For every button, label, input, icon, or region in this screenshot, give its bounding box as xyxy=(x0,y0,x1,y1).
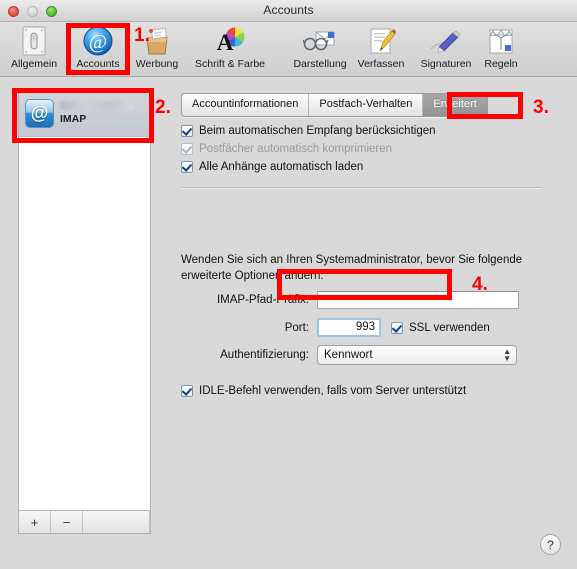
port-input[interactable]: 993 xyxy=(317,318,381,337)
window-titlebar: Accounts xyxy=(0,0,577,22)
remove-account-button[interactable]: − xyxy=(51,511,83,533)
auto-empfang-checkbox[interactable] xyxy=(181,125,193,137)
toolbar-label: Werbung xyxy=(135,58,179,70)
checkbox-row-auto-empfang[interactable]: Beim automatischen Empfang berücksichtig… xyxy=(181,125,577,137)
imap-path-prefix-input[interactable] xyxy=(317,291,519,309)
anhaenge-laden-label: Alle Anhänge automatisch laden xyxy=(199,161,364,173)
annotation-number-3: 3. xyxy=(533,97,549,118)
general-switch-icon xyxy=(2,25,66,57)
authentication-value: Kennwort xyxy=(324,349,373,361)
ssl-checkbox[interactable] xyxy=(391,321,403,334)
accounts-sidebar: @ IMAP + − xyxy=(18,89,151,534)
section-divider xyxy=(181,187,541,189)
account-type-label: IMAP xyxy=(60,112,87,125)
auto-empfang-label: Beim automatischen Empfang berücksichtig… xyxy=(199,125,436,137)
toolbar-label: Allgemein xyxy=(10,58,58,70)
chevron-updown-icon: ▲ ▼ xyxy=(503,347,511,363)
authentication-row: Authentifizierung: Kennwort ▲ ▼ xyxy=(151,345,547,365)
komprimieren-label: Postfächer automatisch komprimieren xyxy=(199,143,393,155)
toolbar-label: Regeln xyxy=(484,58,518,70)
window-title: Accounts xyxy=(263,3,314,17)
erweitert-panel: Beim automatischen Empfang berücksichtig… xyxy=(151,125,577,397)
tab-erweitert[interactable]: Erweitert xyxy=(423,94,487,116)
account-tabs: Accountinformationen Postfach-Verhalten … xyxy=(181,93,488,117)
sidebar-footer-spacer xyxy=(83,511,150,533)
toolbar-label: Accounts xyxy=(76,58,120,70)
checkbox-row-anhaenge-laden[interactable]: Alle Anhänge automatisch laden xyxy=(181,161,577,173)
add-account-button[interactable]: + xyxy=(19,511,51,533)
authentication-label: Authentifizierung: xyxy=(220,349,309,361)
toolbar-item-regeln[interactable]: Regeln xyxy=(470,24,532,75)
toolbar-item-allgemein[interactable]: Allgemein xyxy=(2,24,66,75)
annotation-number-2: 2. xyxy=(155,97,171,118)
account-text: IMAP xyxy=(60,100,134,125)
account-list[interactable]: @ IMAP xyxy=(19,90,150,510)
tab-accountinformationen[interactable]: Accountinformationen xyxy=(182,94,310,116)
at-sign-account-icon: @ xyxy=(25,98,54,128)
checkbox-row-komprimieren: Postfächer automatisch komprimieren xyxy=(181,143,577,155)
help-button[interactable]: ? xyxy=(540,534,561,555)
toolbar-item-accounts[interactable]: @ Accounts xyxy=(66,24,130,75)
imap-path-prefix-label: IMAP-Pfad-Präfix: xyxy=(216,294,309,306)
anhaenge-laden-checkbox[interactable] xyxy=(181,161,193,173)
ssl-label: SSL verwenden xyxy=(409,321,490,334)
toolbar-label: Schrift & Farbe xyxy=(194,58,266,70)
font-color-icon: A xyxy=(182,25,278,57)
at-sign-icon: @ xyxy=(66,25,130,57)
port-row: Port: 993 SSL verwenden xyxy=(151,318,547,337)
annotation-number-4: 4. xyxy=(472,274,488,295)
sidebar-footer: + − xyxy=(19,510,150,533)
idle-checkbox[interactable] xyxy=(181,385,193,397)
account-detail-pane: Accountinformationen Postfach-Verhalten … xyxy=(151,77,577,569)
tab-postfach-verhalten[interactable]: Postfach-Verhalten xyxy=(309,94,424,116)
komprimieren-checkbox xyxy=(181,143,193,155)
preferences-window: Accounts Allgemein @ Accounts Werbung A … xyxy=(0,0,577,569)
preferences-content: @ IMAP + − Accountinformationen Postfach… xyxy=(0,77,577,569)
svg-text:@: @ xyxy=(89,31,107,53)
account-address-redacted xyxy=(60,100,134,110)
rules-arrows-icon xyxy=(470,25,532,57)
port-label: Port: xyxy=(284,321,309,334)
preferences-toolbar: Allgemein @ Accounts Werbung A Schrift &… xyxy=(0,22,577,77)
toolbar-item-schrift-farbe[interactable]: A Schrift & Farbe xyxy=(182,24,278,75)
authentication-select[interactable]: Kennwort ▲ ▼ xyxy=(317,345,517,365)
list-item[interactable]: @ IMAP xyxy=(19,90,150,137)
checkbox-row-idle[interactable]: IDLE-Befehl verwenden, falls vom Server … xyxy=(181,385,466,397)
idle-label: IDLE-Befehl verwenden, falls vom Server … xyxy=(199,385,467,397)
svg-text:A: A xyxy=(217,30,234,55)
annotation-number-1: 1. xyxy=(134,25,150,46)
